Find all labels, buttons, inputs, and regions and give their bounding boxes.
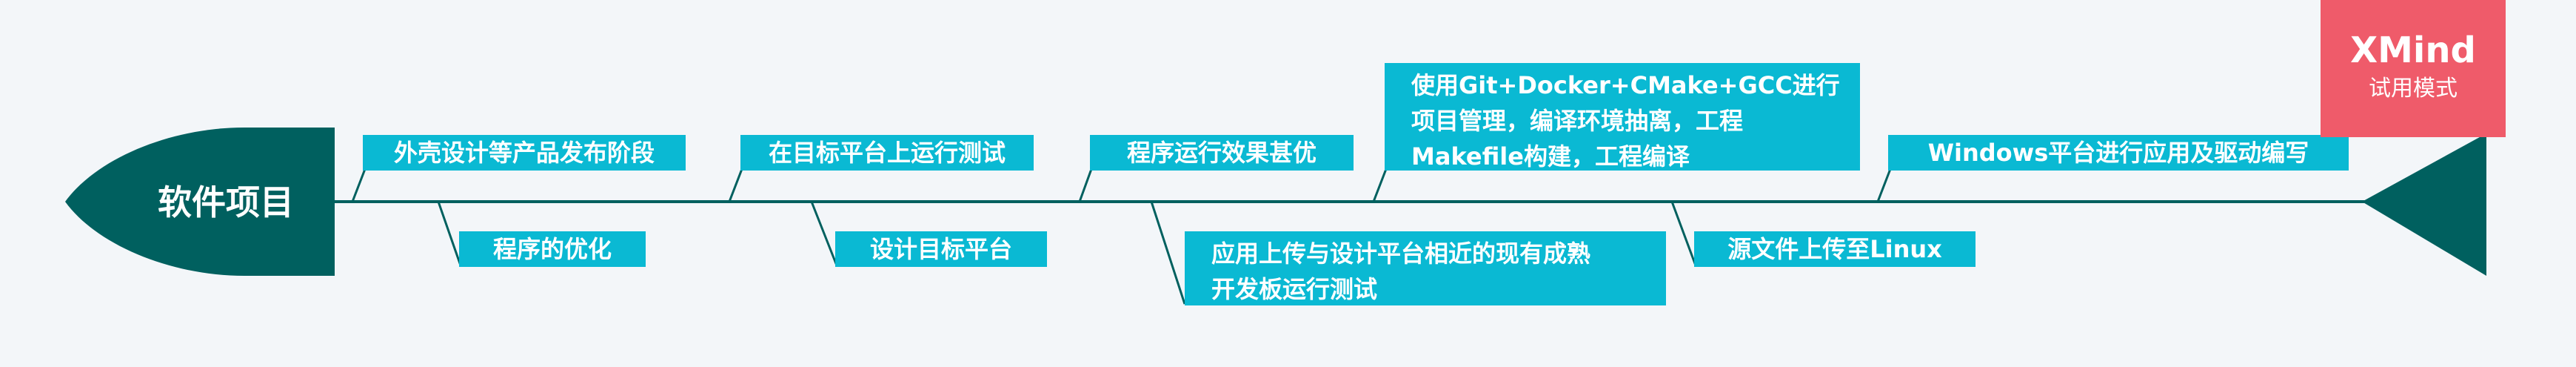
branch-line-t9 [1876,168,1892,202]
topic-git-docker-build-line-2: 项目管理，编译环境抽离，工程 [1411,107,1744,135]
topic-good-result[interactable]: 程序运行效果甚优 [1090,135,1354,171]
branch-line-t3 [728,168,743,202]
watermark-title: XMind [2350,30,2476,71]
branch-line-t4 [810,201,838,266]
fishbone-diagram [65,128,2486,305]
topic-git-docker-build-line-3: Makefile构建，工程编译 [1411,142,1690,171]
topic-upload-dev-board-line-2: 开发板运行测试 [1211,275,1378,303]
topic-git-docker-build[interactable]: 使用Git+Docker+CMake+GCC进行 项目管理，编译环境抽离，工程 … [1385,63,1860,171]
branch-line-t2 [437,201,462,266]
root-topic-label[interactable]: 软件项目 [137,176,315,224]
topic-upload-linux[interactable]: 源文件上传至Linux [1694,231,1976,267]
topic-run-test-target[interactable]: 在目标平台上运行测试 [740,135,1034,171]
topic-git-docker-build-line-1: 使用Git+Docker+CMake+GCC进行 [1411,71,1840,99]
xmind-trial-watermark: XMind 试用模式 [2321,0,2506,137]
branch-line-t1 [351,168,367,202]
watermark-subtitle: 试用模式 [2369,76,2458,102]
topic-product-release[interactable]: 外壳设计等产品发布阶段 [363,135,686,171]
topic-upload-dev-board[interactable]: 应用上传与设计平台相近的现有成熟 开发板运行测试 [1185,231,1666,305]
branch-line-t8 [1670,201,1697,266]
branch-line-t6 [1150,201,1186,305]
topic-optimization[interactable]: 程序的优化 [459,231,646,267]
branch-line-t7 [1372,168,1388,202]
topic-design-target-platform[interactable]: 设计目标平台 [835,231,1047,267]
branch-line-t5 [1078,168,1093,202]
topic-windows-dev[interactable]: Windows平台进行应用及驱动编写 [1888,135,2349,171]
topic-upload-dev-board-line-1: 应用上传与设计平台相近的现有成熟 [1211,239,1591,268]
fish-tail-shape [2362,133,2486,276]
